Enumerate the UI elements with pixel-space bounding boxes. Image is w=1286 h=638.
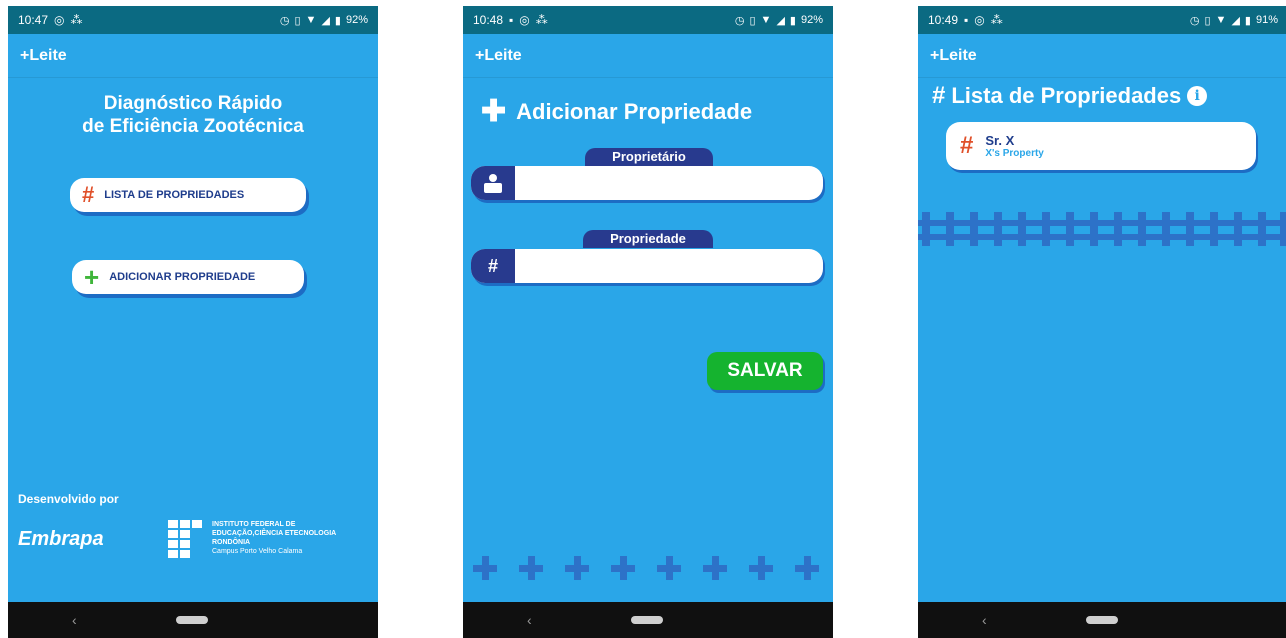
fence-icon: # bbox=[960, 132, 974, 159]
battery-level: 92% bbox=[345, 14, 368, 26]
whatsapp-icon: ◎ bbox=[54, 13, 65, 27]
home-pill-icon[interactable] bbox=[176, 616, 208, 624]
alarm-icon: ◷ bbox=[1189, 14, 1200, 27]
status-bar: 10:47 ◎ ⁂ ◷ ▯ ▼ ◢ ▮ 92% bbox=[8, 6, 378, 34]
back-icon[interactable]: ‹ bbox=[982, 612, 987, 628]
app-bar: +Leite bbox=[8, 34, 378, 78]
if-logo: INSTITUTO FEDERAL DE EDUCAÇÃO,CIÊNCIA ET… bbox=[168, 520, 336, 560]
battery-icon: ▮ bbox=[1244, 14, 1251, 27]
signal-icon: ◢ bbox=[776, 14, 785, 27]
app-bar: +Leite bbox=[463, 34, 833, 78]
page-title-text: Adicionar Propriedade bbox=[516, 98, 753, 124]
property-input[interactable] bbox=[515, 251, 823, 281]
property-list-item[interactable]: # Sr. X X's Property bbox=[946, 122, 1256, 170]
owner-field[interactable] bbox=[471, 166, 823, 200]
fence-icon: # bbox=[82, 182, 95, 207]
owner-label: Proprietário bbox=[585, 148, 713, 166]
app-title: +Leite bbox=[930, 46, 977, 64]
wifi-icon: ▼ bbox=[1215, 14, 1227, 26]
person-icon bbox=[471, 166, 515, 200]
page-title: # Lista de Propriedades i bbox=[932, 82, 1208, 110]
owner-input[interactable] bbox=[515, 168, 823, 198]
page-title: ✚ Adicionar Propriedade bbox=[481, 94, 752, 129]
cross-icon bbox=[657, 556, 681, 580]
nav-bar: ‹ bbox=[918, 602, 1286, 638]
if-line-2: EDUCAÇÃO,CIÊNCIA ETECNOLOGIA bbox=[212, 530, 337, 537]
battery-icon: ▮ bbox=[789, 14, 796, 27]
property-list-button[interactable]: # LISTA DE PROPRIEDADES bbox=[70, 178, 306, 212]
title-line-2: de Eficiência Zootécnica bbox=[82, 116, 304, 137]
developed-by-label: Desenvolvido por bbox=[18, 492, 119, 506]
property-name: X's Property bbox=[985, 148, 1044, 159]
signal-icon: ◢ bbox=[321, 14, 330, 27]
message-icon: ▪ bbox=[509, 13, 514, 27]
if-line-4: Campus Porto Velho Calama bbox=[212, 548, 303, 555]
cross-icon bbox=[611, 556, 635, 580]
message-icon: ▪ bbox=[964, 13, 969, 27]
page-title: Diagnóstico Rápido de Eficiência Zootécn… bbox=[8, 92, 378, 138]
vibrate-icon: ▯ bbox=[294, 14, 301, 27]
vibrate-icon: ▯ bbox=[749, 14, 756, 27]
cross-icon bbox=[795, 556, 819, 580]
back-icon[interactable]: ‹ bbox=[72, 612, 77, 628]
cross-icon bbox=[519, 556, 543, 580]
property-item-text: Sr. X X's Property bbox=[985, 133, 1044, 159]
cross-icon bbox=[565, 556, 589, 580]
app-bar: +Leite bbox=[918, 34, 1286, 78]
app-title: +Leite bbox=[20, 46, 67, 64]
decorative-crosses bbox=[463, 556, 833, 580]
battery-level: 91% bbox=[1255, 14, 1278, 26]
if-text: INSTITUTO FEDERAL DE EDUCAÇÃO,CIÊNCIA ET… bbox=[212, 520, 336, 556]
add-property-label: ADICIONAR PROPRIEDADE bbox=[109, 271, 256, 283]
status-time: 10:48 bbox=[473, 13, 504, 27]
data-usage-icon: ⁂ bbox=[990, 13, 1003, 27]
fence-icon: # bbox=[471, 249, 515, 283]
app-title: +Leite bbox=[475, 46, 522, 64]
data-usage-icon: ⁂ bbox=[535, 13, 548, 27]
cross-icon bbox=[473, 556, 497, 580]
back-icon[interactable]: ‹ bbox=[527, 612, 532, 628]
plus-icon: + bbox=[84, 261, 100, 292]
whatsapp-icon: ◎ bbox=[519, 13, 530, 27]
home-pill-icon[interactable] bbox=[631, 616, 663, 624]
status-bar: 10:48 ▪ ◎ ⁂ ◷ ▯ ▼ ◢ ▮ 92% bbox=[463, 6, 833, 34]
title-line-1: Diagnóstico Rápido bbox=[103, 93, 283, 114]
property-list-label: LISTA DE PROPRIEDADES bbox=[104, 189, 245, 201]
plus-icon: ✚ bbox=[481, 95, 507, 128]
decorative-fence bbox=[918, 212, 1286, 246]
nav-bar: ‹ bbox=[463, 602, 833, 638]
screen-home: 10:47 ◎ ⁂ ◷ ▯ ▼ ◢ ▮ 92% +Leite Diagnósti… bbox=[8, 6, 378, 638]
signal-icon: ◢ bbox=[1231, 14, 1240, 27]
page-title-text: Lista de Propriedades bbox=[951, 83, 1182, 108]
wifi-icon: ▼ bbox=[760, 14, 772, 26]
alarm-icon: ◷ bbox=[734, 14, 745, 27]
property-owner: Sr. X bbox=[985, 133, 1015, 148]
wifi-icon: ▼ bbox=[305, 14, 317, 26]
home-pill-icon[interactable] bbox=[1086, 616, 1118, 624]
cross-icon bbox=[749, 556, 773, 580]
if-line-3: RONDÔNIA bbox=[212, 539, 251, 546]
add-property-button[interactable]: + ADICIONAR PROPRIEDADE bbox=[72, 260, 304, 294]
screen-add-property: 10:48 ▪ ◎ ⁂ ◷ ▯ ▼ ◢ ▮ 92% +Leite ✚ Adici… bbox=[463, 6, 833, 638]
vibrate-icon: ▯ bbox=[1204, 14, 1211, 27]
if-line-1: INSTITUTO FEDERAL DE bbox=[212, 521, 296, 528]
save-button[interactable]: SALVAR bbox=[707, 352, 823, 390]
alarm-icon: ◷ bbox=[279, 14, 290, 27]
if-grid-icon bbox=[168, 520, 202, 558]
embrapa-logo: Embrapa bbox=[18, 528, 104, 550]
battery-level: 92% bbox=[800, 14, 823, 26]
screen-property-list: 10:49 ▪ ◎ ⁂ ◷ ▯ ▼ ◢ ▮ 91% +Leite # Lista… bbox=[918, 6, 1286, 638]
property-field[interactable]: # bbox=[471, 249, 823, 283]
nav-bar: ‹ bbox=[8, 602, 378, 638]
battery-icon: ▮ bbox=[334, 14, 341, 27]
status-time: 10:47 bbox=[18, 13, 49, 27]
status-bar: 10:49 ▪ ◎ ⁂ ◷ ▯ ▼ ◢ ▮ 91% bbox=[918, 6, 1286, 34]
fence-icon: # bbox=[932, 82, 946, 109]
cross-icon bbox=[703, 556, 727, 580]
property-label: Propriedade bbox=[583, 230, 713, 248]
whatsapp-icon: ◎ bbox=[974, 13, 985, 27]
info-icon[interactable]: i bbox=[1187, 86, 1208, 106]
status-time: 10:49 bbox=[928, 13, 959, 27]
data-usage-icon: ⁂ bbox=[70, 13, 83, 27]
